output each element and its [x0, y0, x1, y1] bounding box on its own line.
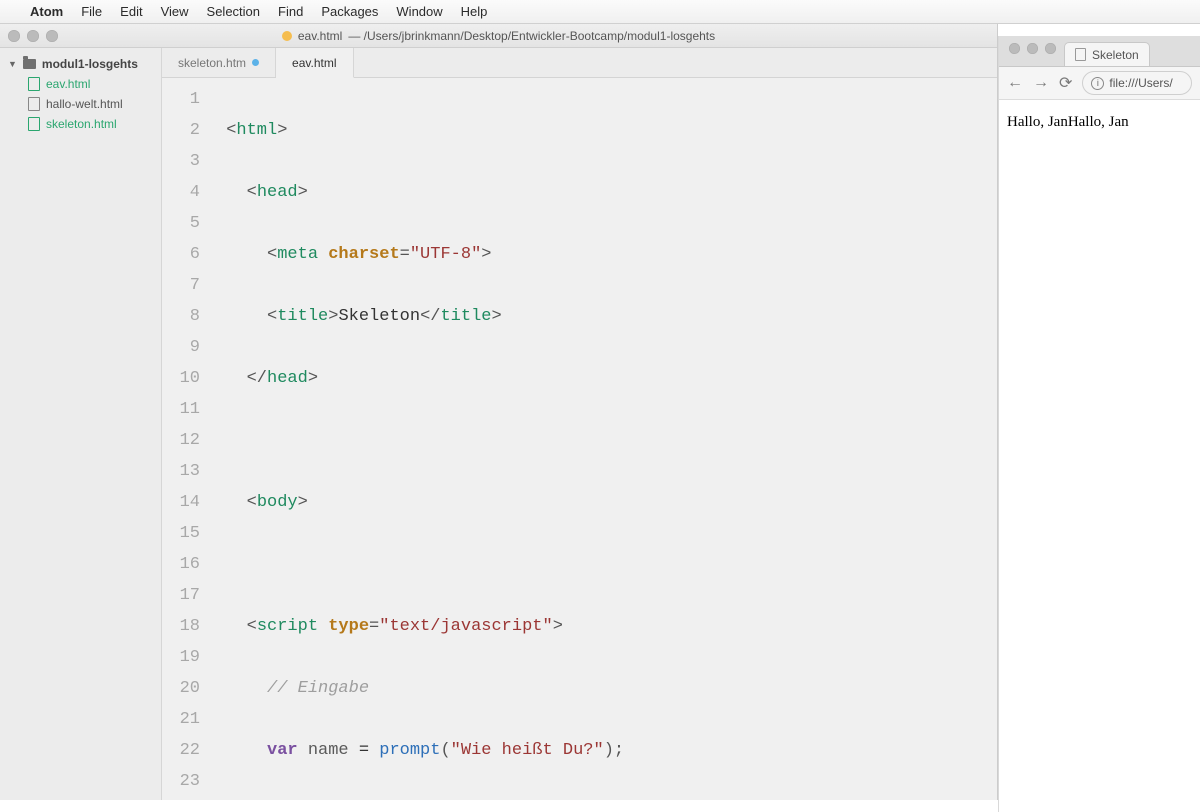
browser-window: Skeleton ← → ⟳ i file:///Users/ Hallo, J… [998, 36, 1200, 812]
browser-page: Hallo, JanHallo, Jan [999, 100, 1200, 812]
tree-item-label: skeleton.html [46, 117, 117, 131]
editor-pane: skeleton.htm eav.html 123456789101112131… [162, 48, 997, 800]
address-bar[interactable]: i file:///Users/ [1082, 71, 1192, 95]
file-icon [28, 117, 40, 131]
modified-dot-icon [252, 59, 259, 66]
tab-label: eav.html [292, 56, 336, 70]
line-number: 11 [162, 394, 200, 425]
browser-tabbar: Skeleton [999, 36, 1200, 66]
line-gutter: 1234567891011121314151617181920212223 [162, 78, 210, 800]
reload-icon[interactable]: ⟳ [1059, 73, 1072, 93]
line-number: 14 [162, 487, 200, 518]
atom-title-path: — /Users/jbrinkmann/Desktop/Entwickler-B… [348, 29, 715, 43]
minimize-icon[interactable] [1027, 43, 1038, 54]
zoom-icon[interactable] [1045, 43, 1056, 54]
line-number: 3 [162, 146, 200, 177]
line-number: 17 [162, 580, 200, 611]
line-number: 6 [162, 239, 200, 270]
browser-toolbar: ← → ⟳ i file:///Users/ [999, 66, 1200, 100]
line-number: 18 [162, 611, 200, 642]
line-number: 10 [162, 363, 200, 394]
tree-item-label: hallo-welt.html [46, 97, 123, 111]
atom-title-file: eav.html [298, 29, 342, 43]
line-number: 1 [162, 84, 200, 115]
menubar-help[interactable]: Help [461, 4, 488, 19]
menubar-view[interactable]: View [161, 4, 189, 19]
line-number: 20 [162, 673, 200, 704]
line-number: 23 [162, 766, 200, 797]
desktop: eav.html — /Users/jbrinkmann/Desktop/Ent… [0, 24, 1200, 800]
menubar-find[interactable]: Find [278, 4, 303, 19]
modified-dot-icon [282, 31, 292, 41]
info-icon[interactable]: i [1091, 77, 1104, 90]
file-icon [28, 77, 40, 91]
menubar-file[interactable]: File [81, 4, 102, 19]
atom-title: eav.html — /Users/jbrinkmann/Desktop/Ent… [0, 29, 997, 43]
tree-root-label: modul1-losgehts [42, 57, 138, 71]
tab-eav[interactable]: eav.html [276, 48, 353, 78]
page-content: Hallo, JanHallo, Jan [1007, 114, 1129, 130]
close-icon[interactable] [1009, 43, 1020, 54]
menubar-edit[interactable]: Edit [120, 4, 142, 19]
address-text: file:///Users/ [1109, 76, 1172, 90]
tree-item-eav[interactable]: eav.html [0, 74, 161, 94]
browser-traffic-lights [1005, 43, 1064, 60]
atom-titlebar: eav.html — /Users/jbrinkmann/Desktop/Ent… [0, 24, 997, 48]
line-number: 5 [162, 208, 200, 239]
code-lines[interactable]: <html> <head> <meta charset="UTF-8"> <ti… [210, 78, 997, 800]
menubar-window[interactable]: Window [396, 4, 442, 19]
macos-menubar: Atom File Edit View Selection Find Packa… [0, 0, 1200, 24]
line-number: 19 [162, 642, 200, 673]
code-editor[interactable]: 1234567891011121314151617181920212223 <h… [162, 78, 997, 800]
file-icon [28, 97, 40, 111]
line-number: 4 [162, 177, 200, 208]
tree-item-skeleton[interactable]: skeleton.html [0, 114, 161, 134]
line-number: 15 [162, 518, 200, 549]
line-number: 21 [162, 704, 200, 735]
tab-label: skeleton.htm [178, 56, 246, 70]
line-number: 9 [162, 332, 200, 363]
atom-window: eav.html — /Users/jbrinkmann/Desktop/Ent… [0, 24, 998, 800]
line-number: 16 [162, 549, 200, 580]
folder-icon [23, 59, 36, 69]
page-icon [1075, 48, 1086, 61]
line-number: 22 [162, 735, 200, 766]
browser-tab[interactable]: Skeleton [1064, 42, 1150, 66]
tree-item-label: eav.html [46, 77, 90, 91]
tree-item-hallo-welt[interactable]: hallo-welt.html [0, 94, 161, 114]
tree-root[interactable]: ▼ modul1-losgehts [0, 54, 161, 74]
browser-tab-title: Skeleton [1092, 48, 1139, 62]
line-number: 12 [162, 425, 200, 456]
line-number: 7 [162, 270, 200, 301]
back-icon[interactable]: ← [1007, 74, 1023, 92]
chevron-down-icon[interactable]: ▼ [8, 59, 17, 69]
menubar-packages[interactable]: Packages [321, 4, 378, 19]
forward-icon[interactable]: → [1033, 74, 1049, 92]
line-number: 13 [162, 456, 200, 487]
menubar-selection[interactable]: Selection [207, 4, 260, 19]
file-tree[interactable]: ▼ modul1-losgehts eav.html hallo-welt.ht… [0, 48, 162, 800]
tab-skeleton[interactable]: skeleton.htm [162, 48, 276, 77]
menubar-app[interactable]: Atom [30, 4, 63, 19]
editor-tabs: skeleton.htm eav.html [162, 48, 997, 78]
line-number: 2 [162, 115, 200, 146]
line-number: 8 [162, 301, 200, 332]
